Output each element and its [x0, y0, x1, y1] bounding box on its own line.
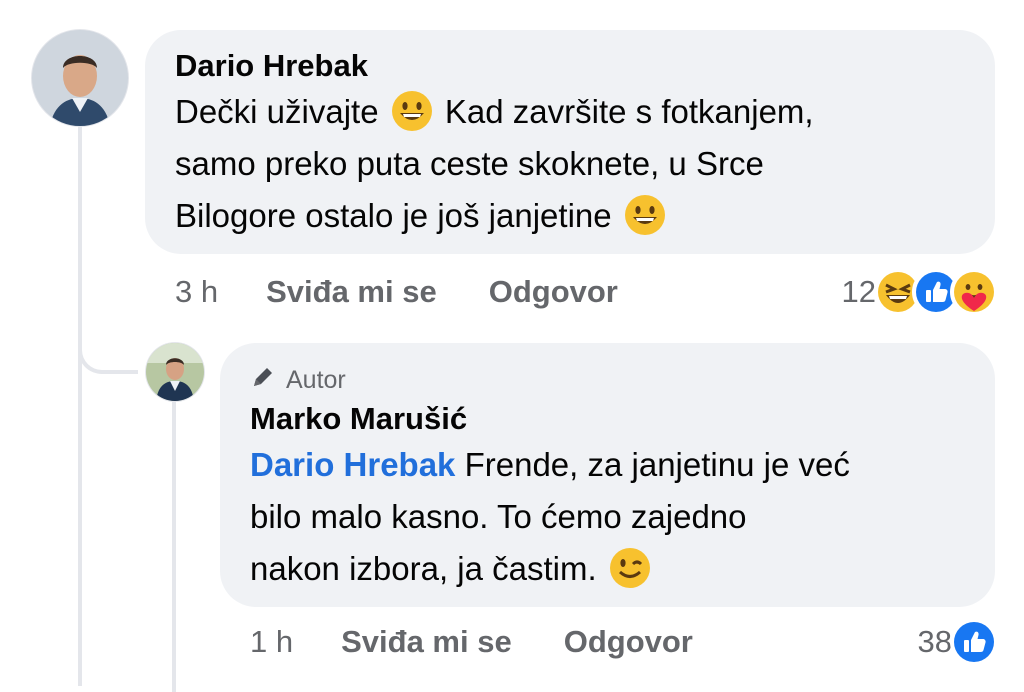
comment-text: Dečki uživajte Kad završite s fotkanjem,…: [175, 86, 965, 242]
reply-actions: 1 h Sviđa mi se Odgovor: [250, 622, 693, 662]
grinning-emoji: [623, 193, 667, 237]
winking-emoji: [608, 546, 652, 590]
reaction-count: 12: [841, 274, 876, 309]
reply-button[interactable]: Odgovor: [564, 624, 693, 660]
like-button[interactable]: Sviđa mi se: [266, 274, 437, 310]
grinning-emoji: [390, 89, 434, 133]
author-badge: Autor: [250, 363, 965, 397]
reply-bubble: Autor Marko Marušić Dario Hrebak Frende,…: [220, 343, 995, 607]
comment-actions: 3 h Sviđa mi se Odgovor: [175, 272, 618, 312]
avatar-dario-hrebak[interactable]: [32, 30, 128, 126]
comment-time[interactable]: 3 h: [175, 274, 218, 310]
mention-link[interactable]: Dario Hrebak: [250, 446, 455, 483]
thread-line-branch: [78, 340, 138, 374]
reply-text: Dario Hrebak Frende, za janjetinu je već…: [250, 439, 965, 595]
reply-button[interactable]: Odgovor: [489, 274, 618, 310]
thread-line-main: [78, 126, 82, 686]
comment-bubble: Dario Hrebak Dečki uživajte Kad završite…: [145, 30, 995, 254]
reply-reactions[interactable]: 38: [918, 618, 998, 666]
thread-line-reply: [172, 402, 176, 692]
care-emoji-icon: [950, 268, 998, 316]
like-button[interactable]: Sviđa mi se: [341, 624, 512, 660]
pencil-icon: [250, 364, 276, 397]
reply-time[interactable]: 1 h: [250, 624, 293, 660]
comment-author-name[interactable]: Dario Hrebak: [175, 46, 965, 86]
like-icon: [950, 618, 998, 666]
avatar-marko-marusic[interactable]: [146, 343, 204, 401]
author-badge-label: Autor: [286, 365, 346, 394]
reply-author-name[interactable]: Marko Marušić: [250, 399, 965, 439]
comment-reactions[interactable]: 12: [842, 268, 998, 316]
reaction-count: 38: [917, 624, 952, 659]
